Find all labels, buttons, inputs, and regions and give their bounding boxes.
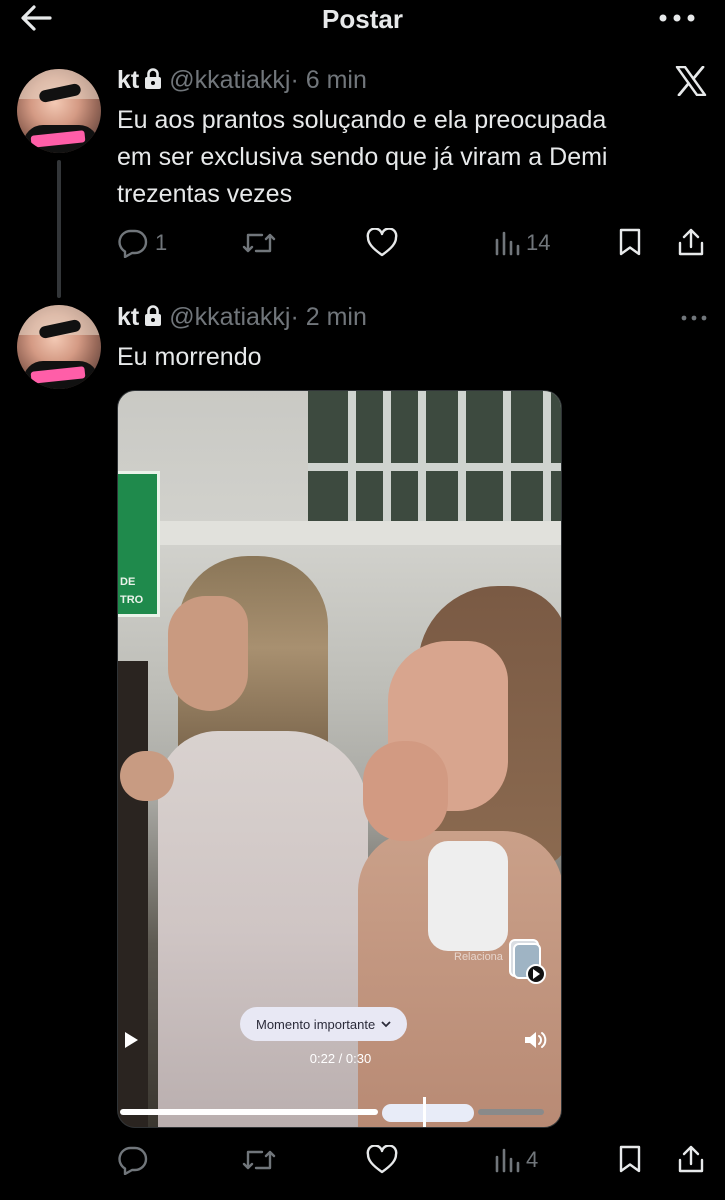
- share-button[interactable]: [677, 227, 705, 257]
- repost-button[interactable]: [242, 1146, 276, 1174]
- avatar[interactable]: [17, 305, 101, 389]
- bookmark-icon: [619, 228, 641, 256]
- scrubber-handle[interactable]: [423, 1097, 426, 1127]
- display-name[interactable]: kt: [117, 66, 139, 94]
- key-moment-segment[interactable]: [382, 1104, 474, 1122]
- share-icon: [678, 228, 704, 256]
- reply-icon: [118, 1146, 148, 1175]
- user-handle[interactable]: @kkatiakkj: [169, 303, 290, 331]
- x-logo-icon: [675, 66, 707, 96]
- related-label: Relaciona: [454, 951, 503, 963]
- share-icon: [678, 1145, 704, 1173]
- exit-sign: DE TRO: [118, 471, 160, 617]
- video-progress-bar[interactable]: [118, 1097, 561, 1127]
- timestamp[interactable]: · 2 min: [290, 303, 366, 331]
- tweet-header: kt @kkatiakkj· 6 min: [117, 66, 367, 95]
- views-button[interactable]: 4: [494, 1147, 538, 1173]
- timestamp[interactable]: · 6 min: [290, 66, 366, 94]
- heart-icon: [366, 228, 398, 257]
- play-icon[interactable]: [123, 1031, 139, 1049]
- thread-line: [57, 160, 61, 298]
- more-options-icon[interactable]: [680, 313, 708, 323]
- progress-remaining: [478, 1109, 544, 1115]
- tweet-text: Eu morrendo: [117, 343, 262, 371]
- display-name[interactable]: kt: [117, 303, 139, 331]
- repost-icon: [242, 1150, 276, 1170]
- repost-icon: [242, 233, 276, 253]
- views-icon: [495, 1148, 520, 1173]
- more-options-icon[interactable]: [657, 6, 697, 30]
- avatar[interactable]: [17, 69, 101, 153]
- tweet-header: kt @kkatiakkj· 2 min: [117, 303, 367, 332]
- lock-icon: [145, 68, 162, 89]
- share-button[interactable]: [677, 1144, 705, 1174]
- bookmark-button[interactable]: [618, 228, 642, 256]
- page-title: Postar: [322, 4, 403, 34]
- chevron-down-icon: [381, 1021, 391, 1028]
- views-icon: [495, 231, 520, 256]
- key-moment-dropdown[interactable]: Momento importante: [240, 1007, 408, 1041]
- video-player[interactable]: DE TRO Relaciona Momento importante 0:22…: [117, 390, 562, 1128]
- reply-button[interactable]: [117, 1145, 149, 1175]
- lock-icon: [145, 305, 162, 326]
- progress-played: [120, 1109, 378, 1115]
- views-button[interactable]: 14: [494, 230, 550, 256]
- reply-button[interactable]: 1: [117, 228, 167, 258]
- bookmark-icon: [619, 1145, 641, 1173]
- reply-icon: [118, 229, 148, 258]
- video-time: 0:22 / 0:30: [309, 1051, 372, 1066]
- volume-icon[interactable]: [523, 1029, 547, 1051]
- repost-button[interactable]: [242, 229, 276, 257]
- like-button[interactable]: [366, 228, 398, 258]
- top-bar: Postar: [0, 0, 725, 40]
- user-handle[interactable]: @kkatiakkj: [169, 66, 290, 94]
- heart-icon: [366, 1145, 398, 1174]
- tweet-text: Eu aos prantos soluçando e ela preocupad…: [117, 106, 608, 208]
- related-videos-icon[interactable]: [506, 936, 548, 984]
- like-button[interactable]: [366, 1145, 398, 1175]
- window-grate: [308, 391, 561, 521]
- bookmark-button[interactable]: [618, 1145, 642, 1173]
